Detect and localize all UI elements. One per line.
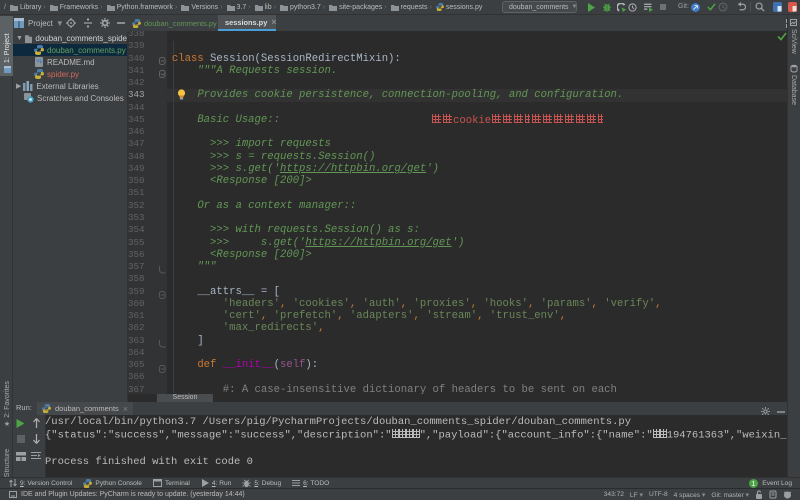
svg-text:1: 1 (752, 481, 756, 488)
